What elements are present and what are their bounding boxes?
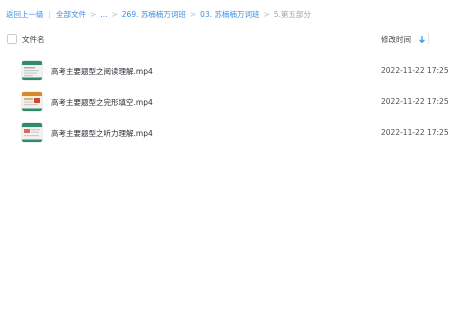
breadcrumb-arrow: > <box>90 9 97 19</box>
breadcrumb-current: 5.第五部分 <box>273 9 311 19</box>
file-row[interactable]: 高考主要题型之听力理解.mp4 2022-11-22 17:25 <box>0 118 457 149</box>
video-thumbnail-icon <box>22 92 42 111</box>
column-header-name[interactable]: 文件名 <box>22 34 45 45</box>
sort-down-arrow-icon[interactable] <box>418 35 426 44</box>
column-divider <box>428 33 429 44</box>
breadcrumb-arrow: > <box>189 9 197 19</box>
column-header-modified-label: 修改时间 <box>381 35 411 44</box>
file-modified-time: 2022-11-22 17:25 <box>381 66 449 75</box>
back-link[interactable]: 返回上一级 <box>6 9 44 20</box>
breadcrumb-folder-1[interactable]: 269. 苏楠楠万词班 <box>122 9 186 20</box>
breadcrumb-arrow: > <box>111 9 118 19</box>
file-list-header: 文件名 修改时间 <box>0 32 457 50</box>
file-row[interactable]: 高考主要题型之完形填空.mp4 2022-11-22 17:25 <box>0 87 457 118</box>
file-name[interactable]: 高考主要题型之听力理解.mp4 <box>51 128 153 139</box>
select-all-checkbox[interactable] <box>7 34 17 44</box>
breadcrumb-separator: | <box>48 9 52 19</box>
breadcrumb-root[interactable]: 全部文件 <box>56 9 86 20</box>
file-browser-page: 返回上一级 | 全部文件 > ... > 269. 苏楠楠万词班 > 03. 苏… <box>0 0 457 320</box>
file-row[interactable]: 高考主要题型之阅读理解.mp4 2022-11-22 17:25 <box>0 56 457 87</box>
breadcrumb-folder-2[interactable]: 03. 苏楠楠万词班 <box>200 9 259 20</box>
breadcrumb: 返回上一级 | 全部文件 > ... > 269. 苏楠楠万词班 > 03. 苏… <box>6 8 311 20</box>
breadcrumb-ellipsis[interactable]: ... <box>100 10 107 19</box>
file-list: 高考主要题型之阅读理解.mp4 2022-11-22 17:25 高考主要题型之… <box>0 56 457 149</box>
video-thumbnail-icon <box>22 123 42 142</box>
file-name[interactable]: 高考主要题型之阅读理解.mp4 <box>51 66 153 77</box>
file-modified-time: 2022-11-22 17:25 <box>381 128 449 137</box>
file-name[interactable]: 高考主要题型之完形填空.mp4 <box>51 97 153 108</box>
video-thumbnail-icon <box>22 61 42 80</box>
breadcrumb-arrow: > <box>263 9 270 19</box>
file-modified-time: 2022-11-22 17:25 <box>381 97 449 106</box>
column-header-modified[interactable]: 修改时间 <box>381 34 426 45</box>
